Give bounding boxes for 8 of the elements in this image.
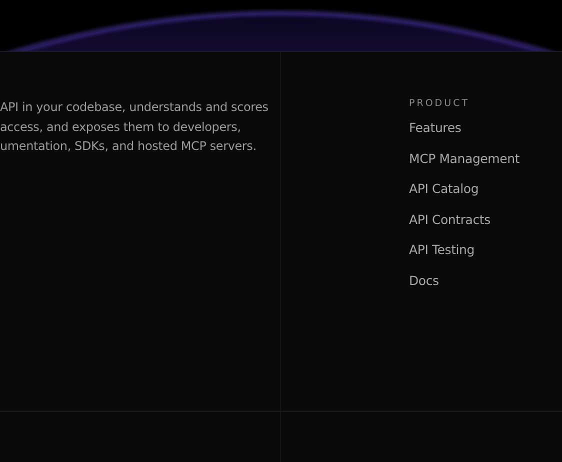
section-heading: PRODUCT bbox=[409, 98, 470, 109]
footer-link[interactable]: API Contracts bbox=[409, 210, 490, 229]
footer-link[interactable]: MCP Management bbox=[409, 150, 520, 168]
footer-link[interactable]: API Testing bbox=[409, 241, 474, 260]
footer-link[interactable]: API Catalog bbox=[409, 180, 479, 198]
footer-link[interactable]: Docs bbox=[409, 272, 439, 290]
description-text: API in your codebase, understands and scores access, and exposes them to developers, umentation, SDKs, and hosted MCP servers. bbox=[0, 99, 270, 155]
footer-link[interactable]: Features bbox=[409, 119, 462, 137]
